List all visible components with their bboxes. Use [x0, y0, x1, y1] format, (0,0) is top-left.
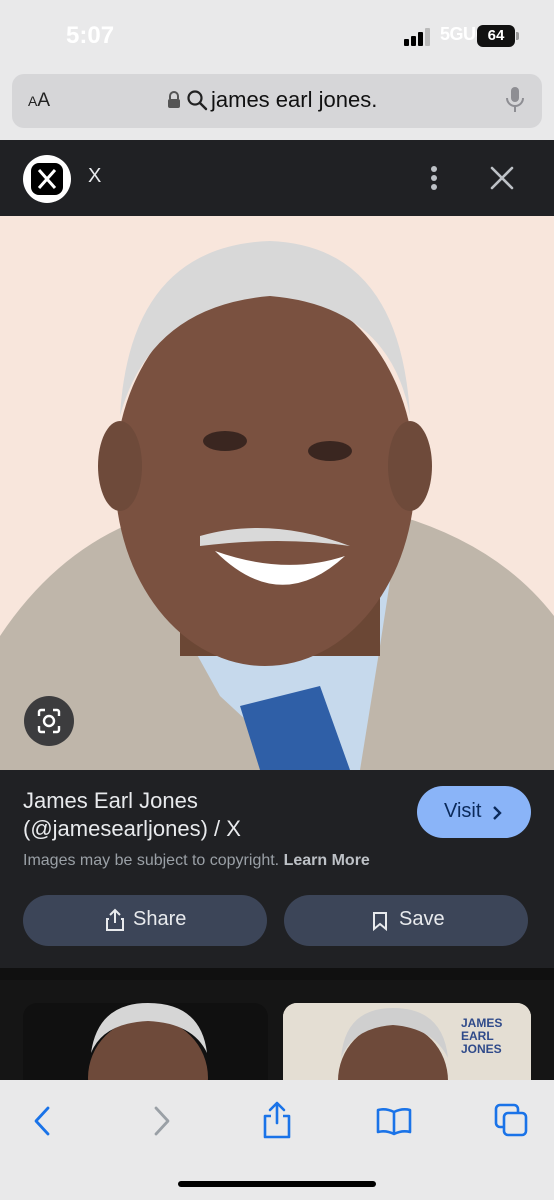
- close-icon[interactable]: [489, 165, 515, 191]
- bookmark-icon: [373, 912, 387, 931]
- thumbnail-caption: JAMES EARL JONES: [461, 1016, 503, 1056]
- copyright-text: Images may be subject to copyright.: [23, 852, 280, 869]
- bookmarks-icon[interactable]: [376, 1106, 412, 1136]
- share-button[interactable]: Share: [23, 895, 267, 946]
- viewer-header: [0, 140, 554, 216]
- search-query[interactable]: james earl jones.: [211, 87, 377, 113]
- x-logo: [23, 155, 71, 203]
- status-time: 5:07: [66, 22, 115, 49]
- lens-icon: [37, 708, 61, 734]
- share-label: Share: [133, 908, 187, 930]
- save-button[interactable]: Save: [284, 895, 528, 946]
- home-indicator: [178, 1181, 376, 1187]
- forward-icon[interactable]: [152, 1106, 172, 1136]
- lock-icon: [168, 91, 180, 108]
- battery-tip: [516, 32, 519, 40]
- copyright-notice: Images may be subject to copyright. Lear…: [23, 852, 370, 870]
- site-name: X: [88, 165, 102, 187]
- more-vert-icon[interactable]: [424, 164, 444, 192]
- lens-button[interactable]: [24, 696, 74, 746]
- battery-indicator: 64: [477, 25, 515, 47]
- text-size-small: A: [28, 93, 38, 109]
- tabs-icon[interactable]: [494, 1103, 528, 1137]
- share-icon: [106, 908, 124, 931]
- x-logo-glyph: [37, 169, 57, 189]
- mic-icon[interactable]: [505, 86, 525, 114]
- text-size-button[interactable]: AA: [28, 90, 50, 112]
- back-icon[interactable]: [32, 1106, 52, 1136]
- ios-share-icon[interactable]: [261, 1101, 293, 1139]
- result-image[interactable]: [0, 216, 554, 770]
- text-size-large: A: [37, 90, 51, 111]
- result-title-line1[interactable]: James Earl Jones: [23, 788, 198, 814]
- section-divider: [0, 968, 554, 980]
- search-icon: [187, 90, 208, 111]
- signal-icon: [404, 28, 430, 46]
- portrait-illustration: [0, 216, 554, 770]
- result-title-line2[interactable]: (@jamesearljones) / X: [23, 816, 241, 842]
- save-label: Save: [399, 908, 445, 930]
- learn-more-link[interactable]: Learn More: [284, 852, 370, 869]
- visit-button[interactable]: Visit: [417, 786, 531, 838]
- chevron-right-icon: [493, 806, 502, 820]
- visit-label: Visit: [444, 800, 482, 822]
